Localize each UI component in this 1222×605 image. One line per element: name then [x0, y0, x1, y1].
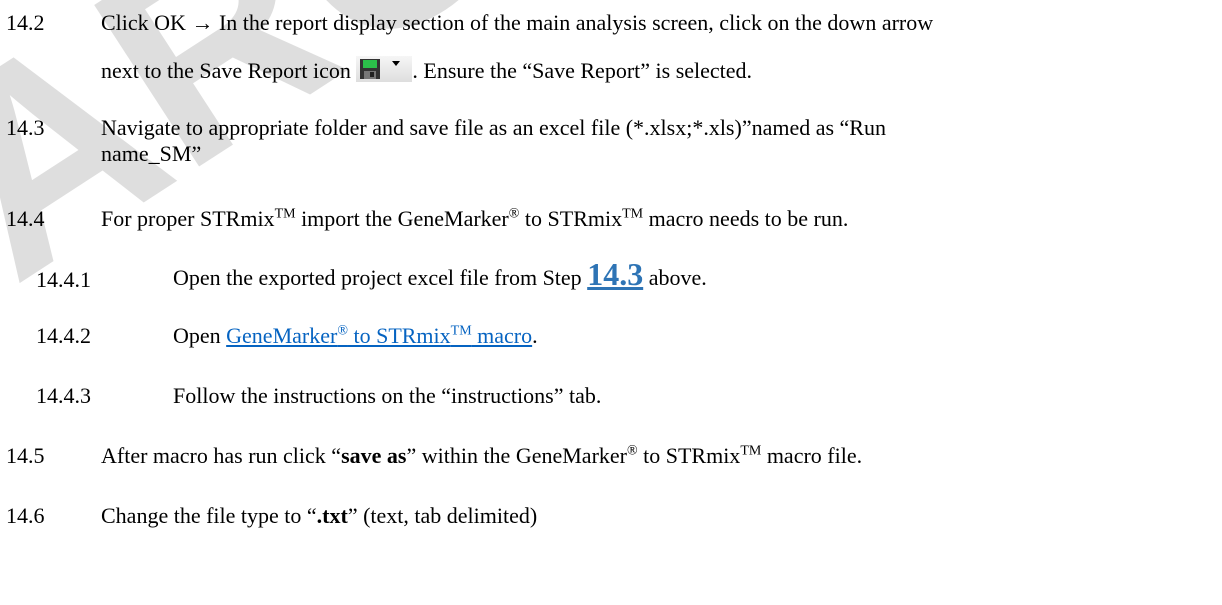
step-14-2: 14.2 Click OK → In the report display se… — [6, 10, 1216, 90]
step-text: Open the exported project excel file fro… — [173, 256, 707, 292]
step-14-3-link[interactable]: 14.3 — [587, 256, 643, 292]
step-text-line2: name_SM” — [101, 141, 202, 166]
step-text: Open GeneMarker® to STRmixTM macro. — [173, 323, 538, 348]
step-14-5: 14.5 After macro has run click “save as”… — [6, 443, 1216, 473]
step-number: 14.6 — [6, 503, 45, 528]
step-text: For proper STRmixTM import the GeneMarke… — [101, 206, 849, 231]
step-number: 14.5 — [6, 443, 45, 468]
step-14-4-3: 14.4.3 Follow the instructions on the “i… — [36, 383, 1216, 413]
step-14-4: 14.4 For proper STRmixTM import the Gene… — [6, 206, 1216, 236]
genemarker-macro-link[interactable]: GeneMarker® to STRmixTM macro — [226, 323, 532, 348]
save-report-icon — [356, 56, 413, 82]
step-number: 14.4.1 — [36, 267, 91, 292]
step-number: 14.2 — [6, 10, 45, 35]
step-text: Follow the instructions on the “instruct… — [173, 383, 602, 408]
step-number: 14.4 — [6, 206, 45, 231]
step-text-line1: Click OK → In the report display section… — [101, 10, 934, 35]
step-14-3: 14.3 Navigate to appropriate folder and … — [6, 115, 1216, 175]
step-number: 14.4.2 — [36, 323, 91, 348]
step-text-line2: next to the Save Report icon . Ensure th… — [101, 56, 753, 83]
step-number: 14.3 — [6, 115, 45, 140]
step-text-line1: Navigate to appropriate folder and save … — [101, 115, 886, 140]
step-14-4-1: 14.4.1 Open the exported project excel f… — [36, 256, 1216, 300]
step-text: Change the file type to “.txt” (text, ta… — [101, 503, 538, 528]
step-text: After macro has run click “save as” with… — [101, 443, 863, 468]
right-arrow: → — [191, 10, 214, 35]
step-14-4-2: 14.4.2 Open GeneMarker® to STRmixTM macr… — [36, 323, 1216, 353]
step-14-6: 14.6 Change the file type to “.txt” (tex… — [6, 503, 1216, 533]
step-number: 14.4.3 — [36, 383, 91, 408]
